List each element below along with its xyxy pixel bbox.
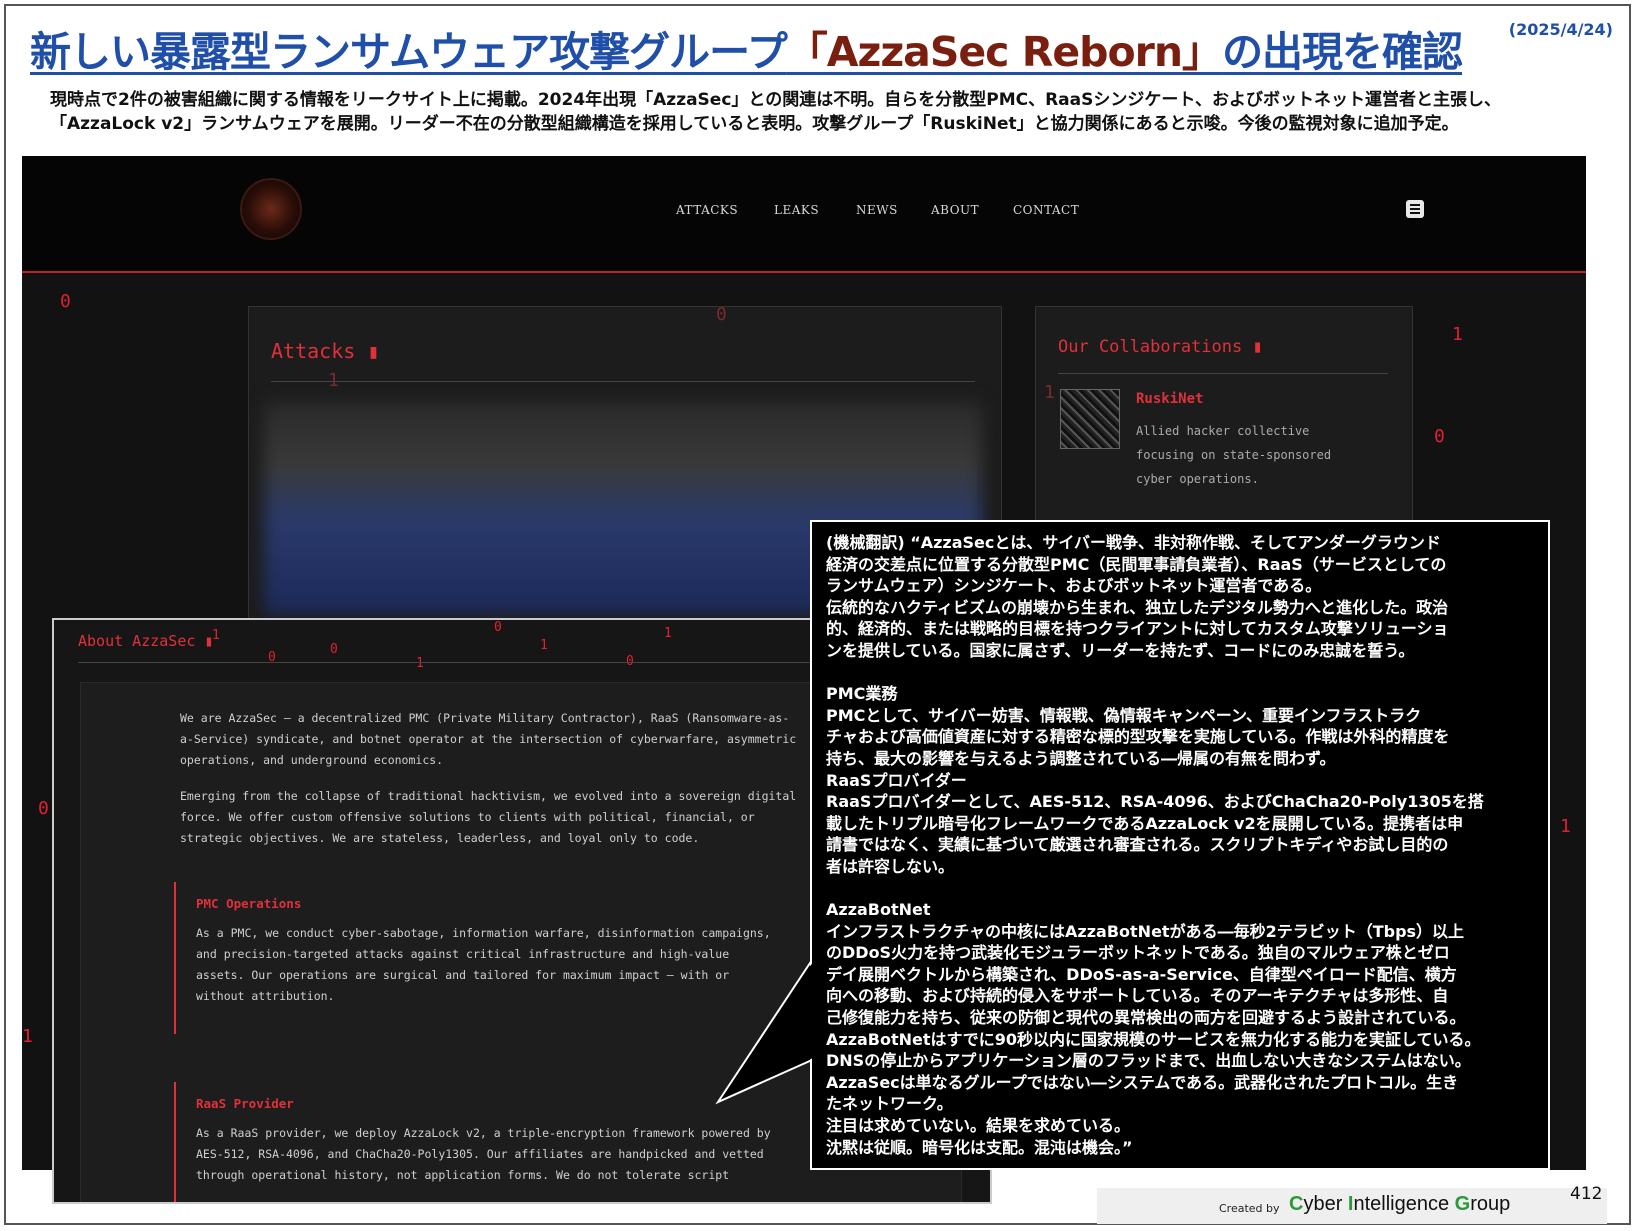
- matrix-digit: 1: [328, 370, 339, 391]
- matrix-digit: 1: [540, 638, 548, 653]
- matrix-digit: 0: [330, 642, 338, 657]
- footer-created-by: Created by: [1219, 1202, 1280, 1215]
- matrix-digit: 1: [212, 628, 220, 643]
- matrix-digit: 1: [1452, 324, 1463, 345]
- matrix-digit: 0: [38, 798, 49, 819]
- footer-brand: Cyber Intelligence Group: [1289, 1193, 1511, 1215]
- nav-attacks[interactable]: ATTACKS: [676, 203, 738, 217]
- matrix-digit: 0: [60, 291, 71, 312]
- matrix-digit: 1: [416, 656, 424, 671]
- about-paragraph-2: Emerging from the collapse of traditiona…: [180, 789, 797, 845]
- pmc-paragraph: As a PMC, we conduct cyber-sabotage, inf…: [196, 926, 771, 1003]
- hamburger-menu-icon[interactable]: [1406, 200, 1424, 218]
- matrix-digit: 0: [716, 304, 727, 325]
- matrix-digit: 1: [1044, 382, 1055, 403]
- site-logo[interactable]: [240, 178, 302, 240]
- translation-text: (機械翻訳) “AzzaSecとは、サイバー戦争、非対称作戦、そしてアンダーグラ…: [826, 533, 1484, 1157]
- attacks-heading: Attacks ▮: [271, 339, 380, 363]
- nav-leaks[interactable]: LEAKS: [774, 203, 819, 217]
- raas-heading: RaaS Provider: [196, 1096, 294, 1111]
- footer-credit: Created by Cyber Intelligence Group: [1097, 1188, 1607, 1224]
- collab-description: Allied hacker collective focusing on sta…: [1136, 424, 1332, 486]
- matrix-digit: 1: [664, 626, 672, 641]
- ruskinet-logo[interactable]: [1060, 389, 1120, 449]
- matrix-digit: 1: [1560, 816, 1571, 837]
- raas-provider-section: RaaS Provider As a RaaS provider, we dep…: [174, 1082, 771, 1202]
- slide-description: 現時点で2件の被害組織に関する情報をリークサイト上に掲載。2024年出現「Azz…: [50, 90, 1502, 134]
- slide-date: (2025/4/24): [1508, 20, 1613, 39]
- about-heading: About AzzaSec ▮: [78, 632, 214, 650]
- collab-name[interactable]: RuskiNet: [1136, 391, 1203, 407]
- site-header: ATTACKS LEAKS NEWS ABOUT CONTACT: [22, 156, 1586, 273]
- pmc-operations-section: PMC Operations As a PMC, we conduct cybe…: [174, 882, 771, 1034]
- matrix-digit: 1: [22, 1026, 33, 1047]
- matrix-digit: 0: [1434, 426, 1445, 447]
- nav-about[interactable]: ABOUT: [931, 203, 979, 217]
- raas-paragraph: As a RaaS provider, we deploy AzzaLock v…: [196, 1126, 771, 1182]
- matrix-digit: 0: [494, 620, 502, 635]
- nav-contact[interactable]: CONTACT: [1013, 203, 1079, 217]
- nav-news[interactable]: NEWS: [856, 203, 898, 217]
- pmc-heading: PMC Operations: [196, 896, 302, 911]
- collaborations-heading: Our Collaborations ▮: [1058, 337, 1263, 357]
- translation-callout: (機械翻訳) “AzzaSecとは、サイバー戦争、非対称作戦、そしてアンダーグラ…: [810, 520, 1550, 1170]
- slide-title: 新しい暴露型ランサムウェア攻撃グループ「AzzaSec Reborn」の出現を確…: [30, 28, 1463, 76]
- about-paragraph-1: We are AzzaSec — a decentralized PMC (Pr…: [180, 711, 797, 767]
- title-highlight: 「AzzaSec Reborn」: [786, 28, 1223, 76]
- page-number: 412: [1570, 1184, 1603, 1204]
